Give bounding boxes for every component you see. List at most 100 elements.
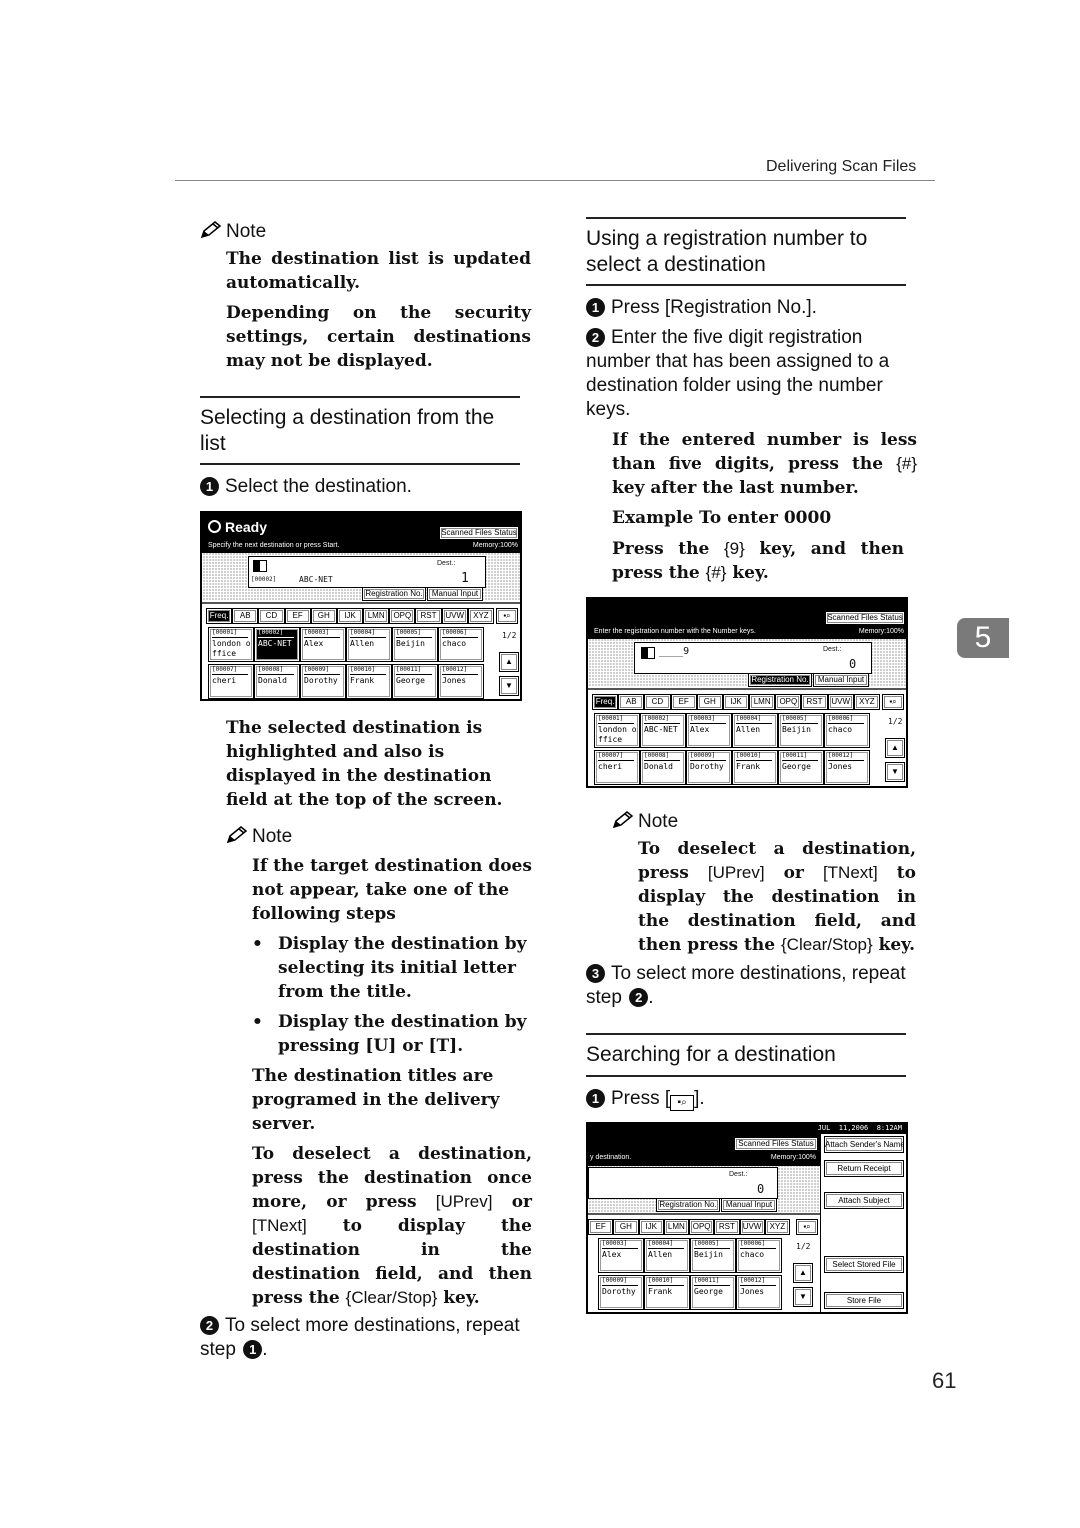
tab-lmn[interactable]: LMN [663, 1219, 689, 1235]
pencil-icon [226, 826, 248, 844]
tab-rst[interactable]: RST [801, 694, 828, 710]
destination-name: cheri [598, 762, 623, 771]
destination-tile[interactable]: [00011] George [392, 664, 438, 699]
destination-tile[interactable]: [00006] chaco [438, 627, 484, 662]
scanned-files-status-button[interactable]: Scanned Files Status [439, 526, 519, 540]
tab-uvw[interactable]: UVW [441, 608, 468, 624]
destination-field: [00002] ABC-NET Dest.: 1 [248, 556, 486, 588]
next-button[interactable]: ▼ [793, 1287, 813, 1307]
tab-ef[interactable]: EF [670, 694, 697, 710]
tab-ijk[interactable]: IJK [722, 694, 750, 710]
destination-reg-number: [00009] [690, 752, 726, 761]
destination-tile[interactable]: [00004] Allen [644, 1238, 690, 1273]
tab-opq[interactable]: OPQ [389, 608, 416, 624]
tab-rst[interactable]: RST [415, 608, 442, 624]
tab-opq[interactable]: OPQ [775, 694, 802, 710]
search-destination-button[interactable]: ▪⌕ [796, 1219, 818, 1235]
screen-search: JUL 11,2006 8:12AM Scanned Files Status … [586, 1122, 908, 1314]
tab-ijk[interactable]: IJK [336, 608, 364, 624]
tab-ef[interactable]: EF [588, 1219, 614, 1235]
destination-tile[interactable]: [00005] Beijin [778, 713, 824, 748]
select-stored-file-button[interactable]: Select Stored File [824, 1256, 904, 1273]
destination-tile[interactable]: [00006] chaco [824, 713, 870, 748]
tab-ab[interactable]: AB [618, 694, 645, 710]
destination-tile[interactable]: [00011] George [778, 750, 824, 785]
attach-sender-s-name-button[interactable]: Attach Sender's Name [824, 1136, 904, 1153]
destination-tile[interactable]: [00012] Jones [736, 1275, 782, 1310]
manual-input-button[interactable]: Manual Input [721, 1198, 777, 1212]
tab-xyz[interactable]: XYZ [467, 608, 494, 624]
destination-tile[interactable]: [00005] Beijin [690, 1238, 736, 1273]
search-destination-button[interactable]: ▪⌕ [882, 694, 904, 710]
destination-tile[interactable]: [00008] Donald [254, 664, 300, 699]
destination-name: Dorothy [304, 676, 338, 685]
tab-lmn[interactable]: LMN [363, 608, 390, 624]
tab-freq[interactable]: Freq. [592, 694, 619, 710]
tab-xyz[interactable]: XYZ [764, 1219, 790, 1235]
step-ref: 2 [629, 988, 649, 1007]
bullet-item: Display the destination by pressing [U] … [252, 1010, 532, 1058]
destination-tile[interactable]: [00006] chaco [736, 1238, 782, 1273]
tab-uvw[interactable]: UVW [827, 694, 854, 710]
destination-tile[interactable]: [00002] ABC-NET [640, 713, 686, 748]
registration-entry[interactable]: ____9 [659, 646, 689, 657]
manual-input-button[interactable]: Manual Input [813, 673, 869, 687]
next-button[interactable]: ▼ [499, 676, 519, 696]
tab-gh[interactable]: GH [696, 694, 723, 710]
tab-ab[interactable]: AB [232, 608, 259, 624]
registration-no-button[interactable]: Registration No. [748, 673, 812, 687]
tab-uvw[interactable]: UVW [739, 1219, 765, 1235]
destination-tile[interactable]: [00003] Alex [598, 1238, 644, 1273]
chapter-tab[interactable]: 5 [957, 618, 1009, 658]
destination-tile[interactable]: [00009] Dorothy [300, 664, 346, 699]
destination-tile[interactable]: [00012] Jones [824, 750, 870, 785]
destination-tile[interactable]: [00009] Dorothy [686, 750, 732, 785]
manual-input-button[interactable]: Manual Input [427, 587, 483, 601]
destination-tile[interactable]: [00009] Dorothy [598, 1275, 644, 1310]
attach-subject-button[interactable]: Attach Subject [824, 1192, 904, 1209]
destination-tile[interactable]: [00001] london o ffice [594, 713, 640, 748]
destination-tile[interactable]: [00004] Allen [732, 713, 778, 748]
destination-tile[interactable]: [00001] london o ffice [208, 627, 254, 662]
destination-tile[interactable]: [00008] Donald [640, 750, 686, 785]
prev-button[interactable]: ▲ [793, 1263, 813, 1283]
destination-tile[interactable]: [00003] Alex [686, 713, 732, 748]
destination-tile[interactable]: [00010] Frank [732, 750, 778, 785]
return-receipt-button[interactable]: Return Receipt [824, 1160, 904, 1177]
destination-tile[interactable]: [00007] cheri [208, 664, 254, 699]
prev-button[interactable]: ▲ [885, 738, 905, 758]
destination-tile[interactable]: [00011] George [690, 1275, 736, 1310]
destination-tile[interactable]: [00004] Allen [346, 627, 392, 662]
destination-tile[interactable]: [00003] Alex [300, 627, 346, 662]
tab-cd[interactable]: CD [644, 694, 671, 710]
destination-name: ABC-NET [258, 639, 292, 648]
destination-tile[interactable]: [00010] Frank [346, 664, 392, 699]
section-rule [586, 1033, 906, 1035]
destination-tile[interactable]: [00007] cheri [594, 750, 640, 785]
next-button[interactable]: ▼ [885, 762, 905, 782]
tab-rst[interactable]: RST [714, 1219, 740, 1235]
tab-lmn[interactable]: LMN [749, 694, 776, 710]
tab-gh[interactable]: GH [310, 608, 337, 624]
tab-ijk[interactable]: IJK [638, 1219, 664, 1235]
destination-tile[interactable]: [00005] Beijin [392, 627, 438, 662]
screen-ready: Ready Specify the next destination or pr… [200, 511, 522, 701]
scanned-files-status-button[interactable]: Scanned Files Status [825, 611, 905, 625]
scanned-files-status-button[interactable]: Scanned Files Status [734, 1137, 818, 1151]
store-file-button[interactable]: Store File [824, 1292, 904, 1309]
destination-tile[interactable]: [00002] ABC-NET [254, 627, 300, 662]
tab-xyz[interactable]: XYZ [853, 694, 880, 710]
destination-tile[interactable]: [00010] Frank [644, 1275, 690, 1310]
prev-button[interactable]: ▲ [499, 652, 519, 672]
search-destination-button[interactable]: ▪⌕ [496, 608, 518, 624]
step-text: ]. [694, 1088, 705, 1109]
tab-gh[interactable]: GH [613, 1219, 639, 1235]
destination-tile[interactable]: [00012] Jones [438, 664, 484, 699]
tab-cd[interactable]: CD [258, 608, 285, 624]
registration-no-button[interactable]: Registration No. [362, 587, 426, 601]
registration-no-button[interactable]: Registration No. [656, 1198, 720, 1212]
tab-opq[interactable]: OPQ [689, 1219, 715, 1235]
tab-ef[interactable]: EF [284, 608, 311, 624]
section-rule [586, 217, 906, 219]
tab-freq[interactable]: Freq. [206, 608, 233, 624]
